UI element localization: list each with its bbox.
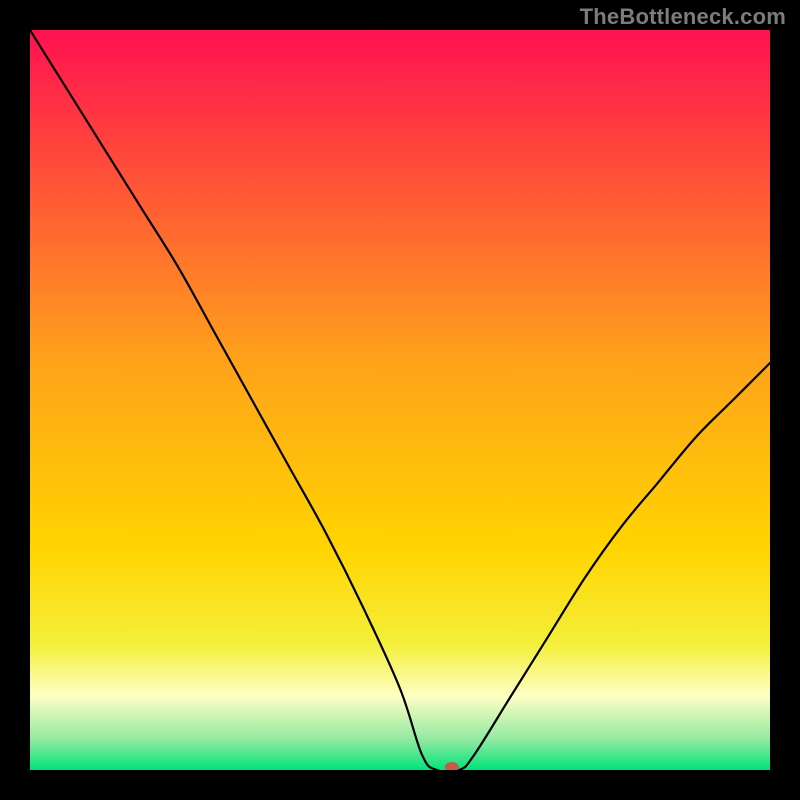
chart-frame: TheBottleneck.com — [0, 0, 800, 800]
watermark-text: TheBottleneck.com — [580, 4, 786, 30]
bottleneck-chart — [30, 30, 770, 770]
gradient-background — [30, 30, 770, 770]
